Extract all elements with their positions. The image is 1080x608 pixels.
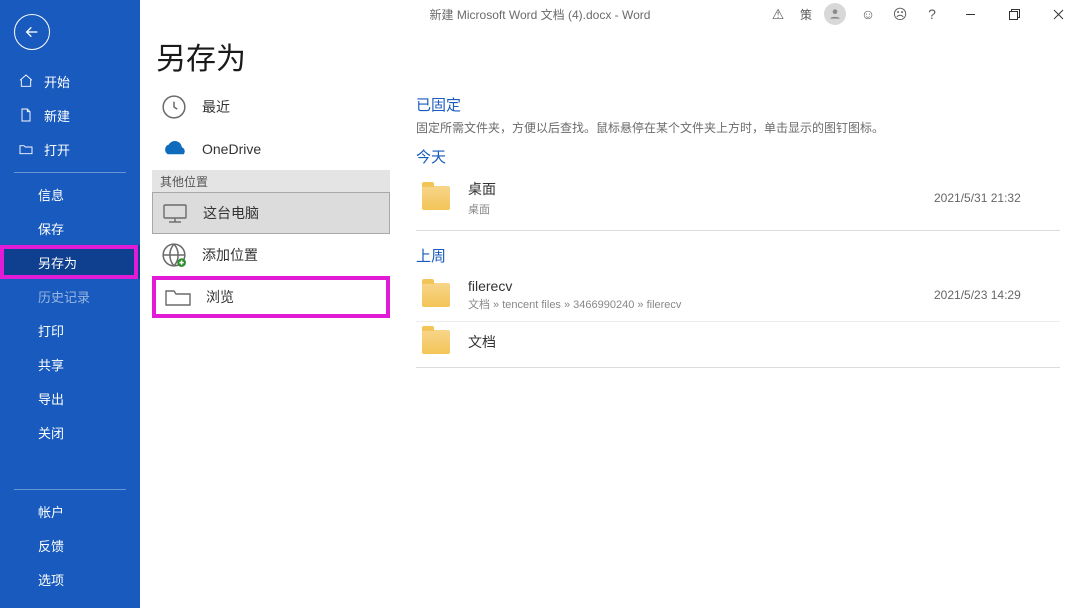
folder-name: 桌面 <box>468 179 934 199</box>
folder-list-pane: 已固定 固定所需文件夹，方便以后查找。鼠标悬停在某个文件夹上方时，单击显示的图钉… <box>416 88 1060 368</box>
folder-icon <box>422 330 450 354</box>
nav-share[interactable]: 共享 <box>0 347 140 381</box>
location-browse-label: 浏览 <box>206 287 234 307</box>
document-icon <box>18 107 34 123</box>
nav-open-label: 打开 <box>44 140 70 159</box>
location-recent-label: 最近 <box>202 97 230 117</box>
lastweek-title: 上周 <box>416 245 1060 266</box>
folder-icon <box>164 283 192 311</box>
folder-path: 文档 » tencent files » 3466990240 » filere… <box>468 296 934 312</box>
folder-icon <box>422 283 450 307</box>
nav-account[interactable]: 帐户 <box>0 494 140 528</box>
today-title: 今天 <box>416 146 1060 167</box>
nav-open[interactable]: 打开 <box>0 132 140 166</box>
nav-print[interactable]: 打印 <box>0 313 140 347</box>
location-add-place[interactable]: 添加位置 <box>152 234 390 276</box>
folder-icon <box>422 186 450 210</box>
nav-bottom-group: 帐户 反馈 选项 <box>0 483 140 596</box>
nav-close[interactable]: 关闭 <box>0 415 140 449</box>
nav-feedback[interactable]: 反馈 <box>0 528 140 562</box>
folder-text: 桌面 桌面 <box>468 179 934 217</box>
locations-list: 最近 OneDrive 其他位置 这台电脑 添加位置 浏览 <box>152 86 390 318</box>
folder-name: 文档 <box>468 332 934 352</box>
nav-divider-bottom <box>14 489 126 490</box>
separator <box>416 230 1060 231</box>
page-title: 另存为 <box>156 34 246 78</box>
nav-new[interactable]: 新建 <box>0 98 140 132</box>
nav-new-label: 新建 <box>44 106 70 125</box>
location-this-pc-label: 这台电脑 <box>203 203 259 223</box>
nav-home[interactable]: 开始 <box>0 64 140 98</box>
nav-export[interactable]: 导出 <box>0 381 140 415</box>
nav-save-as-label: 另存为 <box>38 253 77 272</box>
location-onedrive[interactable]: OneDrive <box>152 128 390 170</box>
home-icon <box>18 73 34 89</box>
clock-icon <box>160 93 188 121</box>
content-area: 另存为 最近 OneDrive 其他位置 这台电脑 添加位置 <box>140 0 1080 608</box>
location-browse[interactable]: 浏览 <box>152 276 390 318</box>
location-onedrive-label: OneDrive <box>202 141 261 157</box>
folder-row-filerecv[interactable]: filerecv 文档 » tencent files » 3466990240… <box>416 270 1060 321</box>
location-add-place-label: 添加位置 <box>202 245 258 265</box>
onedrive-icon <box>160 140 188 158</box>
folder-date: 2021/5/31 21:32 <box>934 191 1054 205</box>
separator <box>416 367 1060 368</box>
nav-info[interactable]: 信息 <box>0 177 140 211</box>
back-button[interactable] <box>14 14 50 50</box>
nav-save[interactable]: 保存 <box>0 211 140 245</box>
globe-plus-icon <box>160 241 188 269</box>
folder-path: 桌面 <box>468 201 934 217</box>
folder-text: 文档 <box>468 332 934 352</box>
folder-date: 2021/5/23 14:29 <box>934 288 1054 302</box>
computer-icon <box>161 199 189 227</box>
folder-row-desktop[interactable]: 桌面 桌面 2021/5/31 21:32 <box>416 171 1060 226</box>
nav-history[interactable]: 历史记录 <box>0 279 140 313</box>
nav-home-label: 开始 <box>44 72 70 91</box>
locations-other-header: 其他位置 <box>152 170 390 192</box>
folder-name: filerecv <box>468 278 934 294</box>
backstage-sidebar: 开始 新建 打开 信息 保存 另存为 历史记录 打印 共享 导出 关闭 帐户 反… <box>0 0 140 608</box>
nav-save-as[interactable]: 另存为 <box>0 245 140 279</box>
folder-row-docs[interactable]: 文档 <box>416 322 1060 363</box>
nav-divider <box>14 172 126 173</box>
nav-options[interactable]: 选项 <box>0 562 140 596</box>
location-this-pc[interactable]: 这台电脑 <box>152 192 390 234</box>
location-recent[interactable]: 最近 <box>152 86 390 128</box>
folder-text: filerecv 文档 » tencent files » 3466990240… <box>468 278 934 312</box>
folder-open-icon <box>18 141 34 157</box>
pinned-desc: 固定所需文件夹，方便以后查找。鼠标悬停在某个文件夹上方时，单击显示的图钉图标。 <box>416 119 1060 136</box>
pinned-title: 已固定 <box>416 94 1060 115</box>
